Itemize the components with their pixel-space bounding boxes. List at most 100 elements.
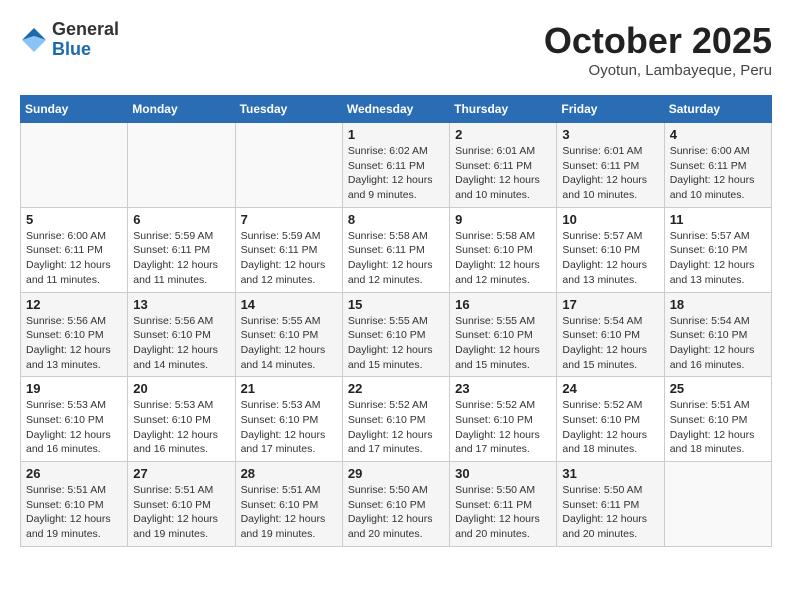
calendar-cell: 21Sunrise: 5:53 AMSunset: 6:10 PMDayligh… [235,377,342,462]
weekday-header-thursday: Thursday [450,96,557,123]
day-number: 19 [26,381,122,396]
calendar-cell: 12 Sunrise: 5:56 AMSunset: 6:10 PMDayligh… [21,292,128,377]
calendar-cell: 28 Sunrise: 5:51 AMSunset: 6:10 PMDayligh… [235,462,342,547]
page-header: General Blue October 2025 Oyotun, Lambay… [20,20,772,79]
day-number: 4 [670,127,766,142]
calendar-week-row: 26Sunrise: 5:51 AMSunset: 6:10 PMDayligh… [21,462,772,547]
calendar-cell: 9 Sunrise: 5:58 AMSunset: 6:10 PMDaylight… [450,207,557,292]
day-number: 22 [348,381,444,396]
calendar-cell [128,123,235,208]
calendar-cell: 4 Sunrise: 6:00 AMSunset: 6:11 PMDaylight… [664,123,771,208]
day-info: Sunrise: 5:52 AMSunset: 6:10 PMDaylight:… [348,398,444,457]
calendar-cell [235,123,342,208]
day-number: 18 [670,297,766,312]
calendar-cell: 6 Sunrise: 5:59 AMSunset: 6:11 PMDaylight… [128,207,235,292]
day-info: Sunrise: 5:54 AMSunset: 6:10 PMDaylight:… [562,314,658,373]
day-info: Sunrise: 5:52 AMSunset: 6:10 PMDaylight:… [455,398,551,457]
weekday-header-row: SundayMondayTuesdayWednesdayThursdayFrid… [21,96,772,123]
day-number: 14 [241,297,337,312]
day-info: Sunrise: 5:59 AMSunset: 6:11 PMDaylight:… [133,229,229,288]
logo-text: General Blue [52,20,119,60]
day-info: Sunrise: 5:51 AMSunset: 6:10 PMDaylight:… [26,483,122,542]
calendar-cell: 2Sunrise: 6:01 AMSunset: 6:11 PMDaylight… [450,123,557,208]
day-number: 29 [348,466,444,481]
calendar-cell: 24 Sunrise: 5:52 AMSunset: 6:10 PMDayligh… [557,377,664,462]
day-number: 23 [455,381,551,396]
calendar-cell: 27 Sunrise: 5:51 AMSunset: 6:10 PMDayligh… [128,462,235,547]
day-info: Sunrise: 5:52 AMSunset: 6:10 PMDaylight:… [562,398,658,457]
weekday-header-wednesday: Wednesday [342,96,449,123]
day-number: 16 [455,297,551,312]
calendar-cell: 26Sunrise: 5:51 AMSunset: 6:10 PMDayligh… [21,462,128,547]
day-info: Sunrise: 6:00 AMSunset: 6:11 PMDaylight:… [26,229,122,288]
calendar-cell: 20 Sunrise: 5:53 AMSunset: 6:10 PMDayligh… [128,377,235,462]
calendar-cell: 25Sunrise: 5:51 AMSunset: 6:10 PMDayligh… [664,377,771,462]
day-info: Sunrise: 6:01 AMSunset: 6:11 PMDaylight:… [562,144,658,203]
day-number: 15 [348,297,444,312]
month-title: October 2025 [544,20,772,62]
day-info: Sunrise: 5:51 AMSunset: 6:10 PMDaylight:… [241,483,337,542]
weekday-header-saturday: Saturday [664,96,771,123]
title-block: October 2025 Oyotun, Lambayeque, Peru [544,20,772,79]
calendar-cell: 7Sunrise: 5:59 AMSunset: 6:11 PMDaylight… [235,207,342,292]
day-info: Sunrise: 6:00 AMSunset: 6:11 PMDaylight:… [670,144,766,203]
day-number: 2 [455,127,551,142]
calendar-week-row: 12 Sunrise: 5:56 AMSunset: 6:10 PMDayligh… [21,292,772,377]
day-info: Sunrise: 5:50 AMSunset: 6:11 PMDaylight:… [455,483,551,542]
weekday-header-friday: Friday [557,96,664,123]
weekday-header-sunday: Sunday [21,96,128,123]
calendar-cell: 13 Sunrise: 5:56 AMSunset: 6:10 PMDayligh… [128,292,235,377]
day-number: 30 [455,466,551,481]
calendar-cell: 29 Sunrise: 5:50 AMSunset: 6:10 PMDayligh… [342,462,449,547]
calendar-week-row: 5 Sunrise: 6:00 AMSunset: 6:11 PMDaylight… [21,207,772,292]
day-info: Sunrise: 5:58 AMSunset: 6:10 PMDaylight:… [455,229,551,288]
calendar-table: SundayMondayTuesdayWednesdayThursdayFrid… [20,95,772,547]
calendar-cell: 1Sunrise: 6:02 AMSunset: 6:11 PMDaylight… [342,123,449,208]
location-title: Oyotun, Lambayeque, Peru [544,62,772,79]
day-info: Sunrise: 5:55 AMSunset: 6:10 PMDaylight:… [455,314,551,373]
logo-icon [20,26,48,54]
weekday-header-monday: Monday [128,96,235,123]
day-number: 11 [670,212,766,227]
day-number: 24 [562,381,658,396]
day-info: Sunrise: 5:57 AMSunset: 6:10 PMDaylight:… [562,229,658,288]
day-info: Sunrise: 5:55 AMSunset: 6:10 PMDaylight:… [348,314,444,373]
logo-general: General [52,19,119,39]
calendar-cell: 30 Sunrise: 5:50 AMSunset: 6:11 PMDayligh… [450,462,557,547]
calendar-cell: 5 Sunrise: 6:00 AMSunset: 6:11 PMDaylight… [21,207,128,292]
day-info: Sunrise: 5:56 AMSunset: 6:10 PMDaylight:… [26,314,122,373]
day-number: 13 [133,297,229,312]
day-info: Sunrise: 5:51 AMSunset: 6:10 PMDaylight:… [133,483,229,542]
calendar-cell: 18Sunrise: 5:54 AMSunset: 6:10 PMDayligh… [664,292,771,377]
day-info: Sunrise: 5:50 AMSunset: 6:10 PMDaylight:… [348,483,444,542]
day-number: 6 [133,212,229,227]
day-number: 9 [455,212,551,227]
day-info: Sunrise: 5:56 AMSunset: 6:10 PMDaylight:… [133,314,229,373]
day-number: 10 [562,212,658,227]
day-info: Sunrise: 5:59 AMSunset: 6:11 PMDaylight:… [241,229,337,288]
day-number: 28 [241,466,337,481]
calendar-cell: 17Sunrise: 5:54 AMSunset: 6:10 PMDayligh… [557,292,664,377]
calendar-cell: 14Sunrise: 5:55 AMSunset: 6:10 PMDayligh… [235,292,342,377]
day-number: 21 [241,381,337,396]
day-info: Sunrise: 5:50 AMSunset: 6:11 PMDaylight:… [562,483,658,542]
day-info: Sunrise: 5:51 AMSunset: 6:10 PMDaylight:… [670,398,766,457]
logo-blue: Blue [52,39,91,59]
day-number: 20 [133,381,229,396]
day-number: 27 [133,466,229,481]
day-number: 5 [26,212,122,227]
calendar-cell: 15 Sunrise: 5:55 AMSunset: 6:10 PMDayligh… [342,292,449,377]
calendar-cell: 19 Sunrise: 5:53 AMSunset: 6:10 PMDayligh… [21,377,128,462]
calendar-cell: 3 Sunrise: 6:01 AMSunset: 6:11 PMDaylight… [557,123,664,208]
day-number: 3 [562,127,658,142]
day-number: 12 [26,297,122,312]
day-info: Sunrise: 5:57 AMSunset: 6:10 PMDaylight:… [670,229,766,288]
calendar-cell: 16 Sunrise: 5:55 AMSunset: 6:10 PMDayligh… [450,292,557,377]
calendar-week-row: 19 Sunrise: 5:53 AMSunset: 6:10 PMDayligh… [21,377,772,462]
day-info: Sunrise: 5:53 AMSunset: 6:10 PMDaylight:… [26,398,122,457]
day-info: Sunrise: 5:53 AMSunset: 6:10 PMDaylight:… [133,398,229,457]
calendar-cell: 10 Sunrise: 5:57 AMSunset: 6:10 PMDayligh… [557,207,664,292]
day-info: Sunrise: 6:02 AMSunset: 6:11 PMDaylight:… [348,144,444,203]
logo: General Blue [20,20,119,60]
day-info: Sunrise: 5:58 AMSunset: 6:11 PMDaylight:… [348,229,444,288]
